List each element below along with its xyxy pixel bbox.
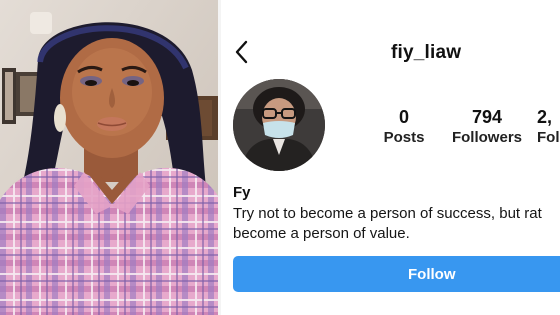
chevron-left-icon[interactable] — [233, 40, 251, 64]
posts-count: 0 — [398, 107, 409, 127]
bio-text: Try not to become a person of success, b… — [233, 204, 560, 244]
screenshot-collage: fiy_liaw 0 Posts 794 Followers 2, Fol Fy… — [0, 0, 560, 315]
followers-label: Followers — [451, 129, 522, 146]
stat-posts[interactable]: 0 Posts — [381, 106, 427, 147]
bio-name: Fy — [233, 184, 251, 201]
profile-username: fiy_liaw — [391, 42, 462, 63]
follow-button[interactable]: Follow — [233, 256, 560, 292]
stat-following[interactable]: 2, Follo — [537, 106, 560, 147]
bio-line: become a person of value. — [233, 225, 410, 242]
bio-line: Try not to become a person of success, b… — [233, 205, 542, 222]
following-count: 2, — [537, 107, 553, 127]
followers-count: 794 — [471, 107, 503, 127]
stat-followers[interactable]: 794 Followers — [451, 106, 523, 147]
profile-photo — [0, 0, 218, 315]
avatar[interactable] — [233, 79, 325, 171]
posts-label: Posts — [383, 129, 425, 146]
profile-screen: fiy_liaw 0 Posts 794 Followers 2, Fol Fy… — [221, 0, 560, 315]
following-label: Follo — [537, 129, 560, 146]
